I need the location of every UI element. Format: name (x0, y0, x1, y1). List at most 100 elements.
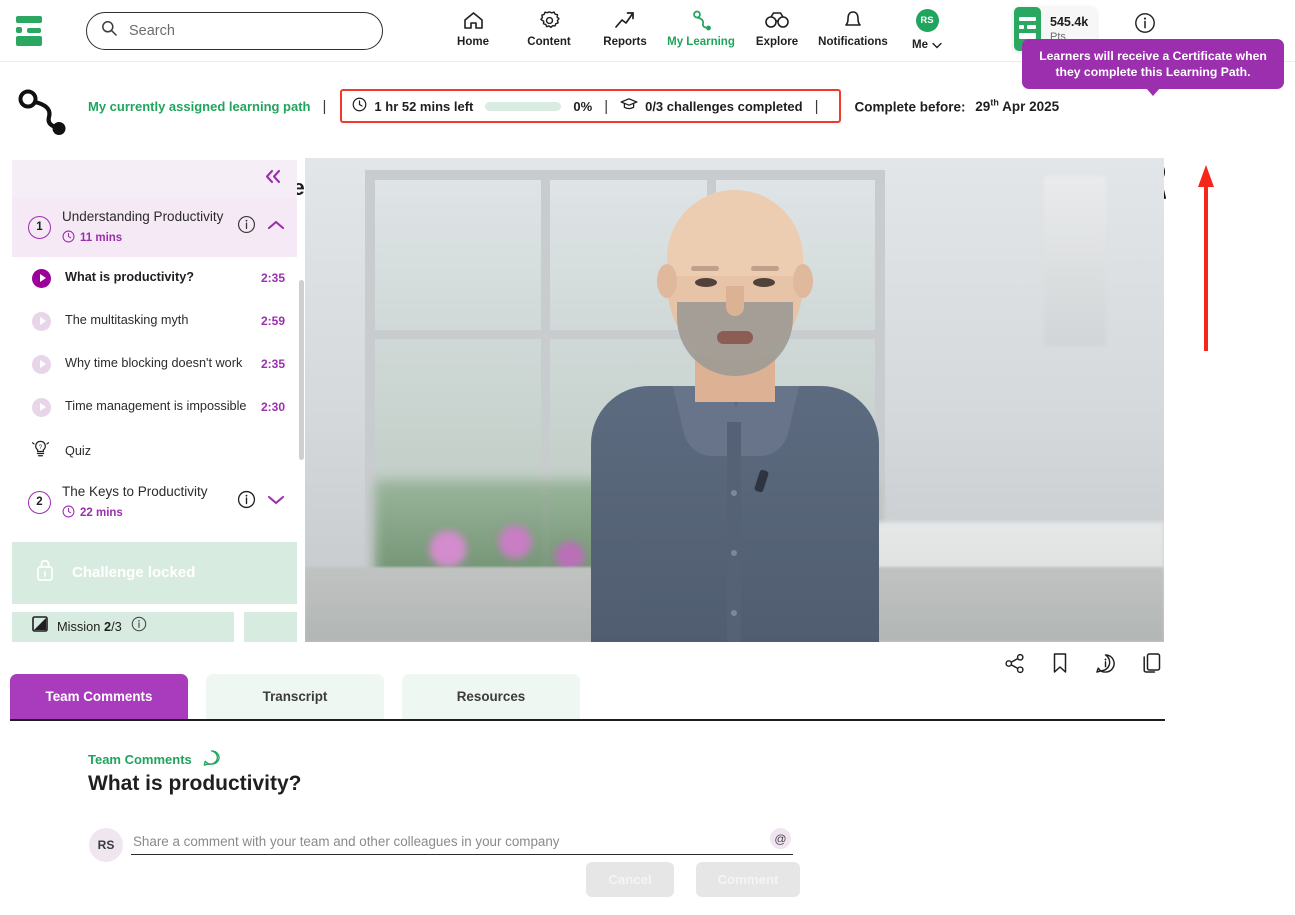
clock-icon (62, 230, 75, 246)
comments-heading: What is productivity? (88, 772, 302, 796)
info-circle-icon[interactable] (1134, 12, 1156, 39)
learning-path-page: Home Content Reports My Learning (0, 0, 1295, 915)
meta-divider: | (604, 98, 608, 115)
sidebar-scrollbar[interactable] (299, 280, 304, 460)
video-lamp (1044, 176, 1106, 346)
double-chevron-left-icon[interactable] (264, 169, 283, 189)
course-outline-sidebar: 1 Understanding Productivity 11 mins Wha… (12, 160, 297, 650)
breadcrumb-divider: | (323, 98, 327, 115)
complete-before-sup: th (990, 98, 999, 108)
points-value: 545.4k (1050, 15, 1088, 29)
at-sign-icon[interactable]: @ (770, 828, 791, 849)
module-number: 2 (28, 491, 51, 514)
tab-transcript[interactable]: Transcript (206, 674, 384, 719)
chevron-up-icon[interactable] (267, 218, 285, 236)
sidebar-module-1[interactable]: 1 Understanding Productivity 11 mins (12, 198, 297, 257)
avatar-initials: RS (916, 9, 939, 32)
content-tabs: Team Comments Transcript Resources (10, 674, 1165, 720)
brand-logo-icon[interactable] (14, 14, 48, 48)
search-icon (101, 20, 117, 41)
nav-item-explore[interactable]: Explore (739, 7, 815, 48)
gear-icon (539, 9, 560, 31)
tab-resources[interactable]: Resources (402, 674, 580, 719)
complete-before-day: 29 (975, 99, 990, 114)
lesson-duration: 2:35 (261, 271, 285, 285)
nav-item-notifications[interactable]: Notifications (815, 7, 891, 48)
mission-row[interactable]: Mission 2/3 (12, 612, 297, 642)
breadcrumb: My currently assigned learning path | 1 … (88, 89, 1059, 123)
search-input[interactable] (127, 22, 368, 40)
cancel-button[interactable]: Cancel (586, 862, 674, 897)
nav-item-label: My Learning (667, 36, 735, 48)
play-icon (32, 269, 51, 288)
binoculars-icon (765, 9, 789, 31)
lesson-row[interactable]: Time management is impossible 2:30 (12, 386, 297, 429)
lesson-row[interactable]: The multitasking myth 2:59 (12, 300, 297, 343)
play-icon (32, 398, 51, 417)
comments-section-text: Team Comments (88, 752, 192, 767)
nav-item-label: Reports (603, 36, 646, 48)
nav-item-home[interactable]: Home (435, 7, 511, 48)
avatar: RS (89, 828, 123, 862)
certificate-tooltip: Learners will receive a Certificate when… (1022, 39, 1284, 89)
trending-up-arrow-icon (614, 9, 636, 31)
nav-item-label: Me (912, 39, 928, 51)
video-player[interactable] (305, 158, 1164, 642)
home-icon (463, 9, 484, 31)
module-duration: 11 mins (62, 230, 226, 246)
info-circle-icon[interactable] (237, 215, 256, 239)
quiz-row[interactable]: ? Quiz (12, 429, 297, 473)
comment-input[interactable] (131, 833, 751, 850)
lesson-row[interactable]: What is productivity? 2:35 (12, 257, 297, 300)
nav-item-label: Notifications (818, 36, 888, 48)
sidebar-module-2[interactable]: 2 The Keys to Productivity 22 mins (12, 473, 297, 532)
nav-items: Home Content Reports My Learning (435, 7, 963, 54)
info-circle-icon[interactable] (237, 490, 256, 514)
lesson-duration: 2:35 (261, 357, 285, 371)
lesson-name: What is productivity? (65, 270, 247, 286)
tab-team-comments[interactable]: Team Comments (10, 674, 188, 719)
mission-total: /3 (111, 619, 122, 634)
comment-input-wrapper[interactable]: @ (131, 828, 793, 855)
tooltip-text: Learners will receive a Certificate when… (1034, 48, 1272, 81)
nav-item-my-learning[interactable]: My Learning (663, 7, 739, 48)
meta-divider-2: | (815, 98, 819, 115)
comment-button[interactable]: Comment (696, 862, 800, 897)
complete-before: Complete before: 29th Apr 2025 (855, 98, 1060, 115)
lock-icon (34, 557, 56, 588)
challenge-locked-label: Challenge locked (72, 564, 195, 581)
time-left-label: 1 hr 52 mins left (374, 99, 473, 114)
lesson-name: The multitasking myth (65, 313, 247, 329)
tab-label: Team Comments (46, 689, 153, 704)
graduation-cap-icon (620, 97, 638, 115)
bell-icon (843, 9, 863, 31)
play-icon (32, 355, 51, 374)
nav-item-reports[interactable]: Reports (587, 7, 663, 48)
breadcrumb-link[interactable]: My currently assigned learning path (88, 99, 311, 114)
time-left: 1 hr 52 mins left (352, 97, 473, 115)
mission-current: 2 (104, 619, 111, 634)
lesson-row[interactable]: Why time blocking doesn't work 2:35 (12, 343, 297, 386)
module-duration: 22 mins (62, 505, 226, 521)
chevron-down-icon[interactable] (267, 493, 285, 511)
module-number: 1 (28, 216, 51, 239)
nav-item-content[interactable]: Content (511, 7, 587, 48)
video-presenter (585, 190, 885, 642)
nav-item-me[interactable]: RS Me (891, 7, 963, 54)
chevron-down-icon (932, 36, 942, 54)
svg-text:?: ? (39, 444, 43, 451)
tabs-underline (10, 719, 1165, 721)
play-icon (32, 312, 51, 331)
quiz-label: Quiz (65, 444, 91, 458)
info-circle-icon[interactable] (131, 616, 147, 637)
lesson-duration: 2:30 (261, 400, 285, 414)
lesson-name: Time management is impossible (65, 399, 247, 415)
tab-label: Resources (457, 689, 525, 704)
search-bar[interactable] (86, 12, 383, 50)
avatar-initials: RS (98, 838, 115, 852)
mission-label: Mission 2/3 (57, 619, 122, 634)
progress-meta-box: 1 hr 52 mins left 0% | 0/3 challenges co… (340, 89, 840, 123)
comment-actions: Cancel Comment (586, 862, 800, 897)
progress-percent: 0% (573, 99, 592, 114)
complete-before-rest: Apr 2025 (1002, 99, 1059, 114)
